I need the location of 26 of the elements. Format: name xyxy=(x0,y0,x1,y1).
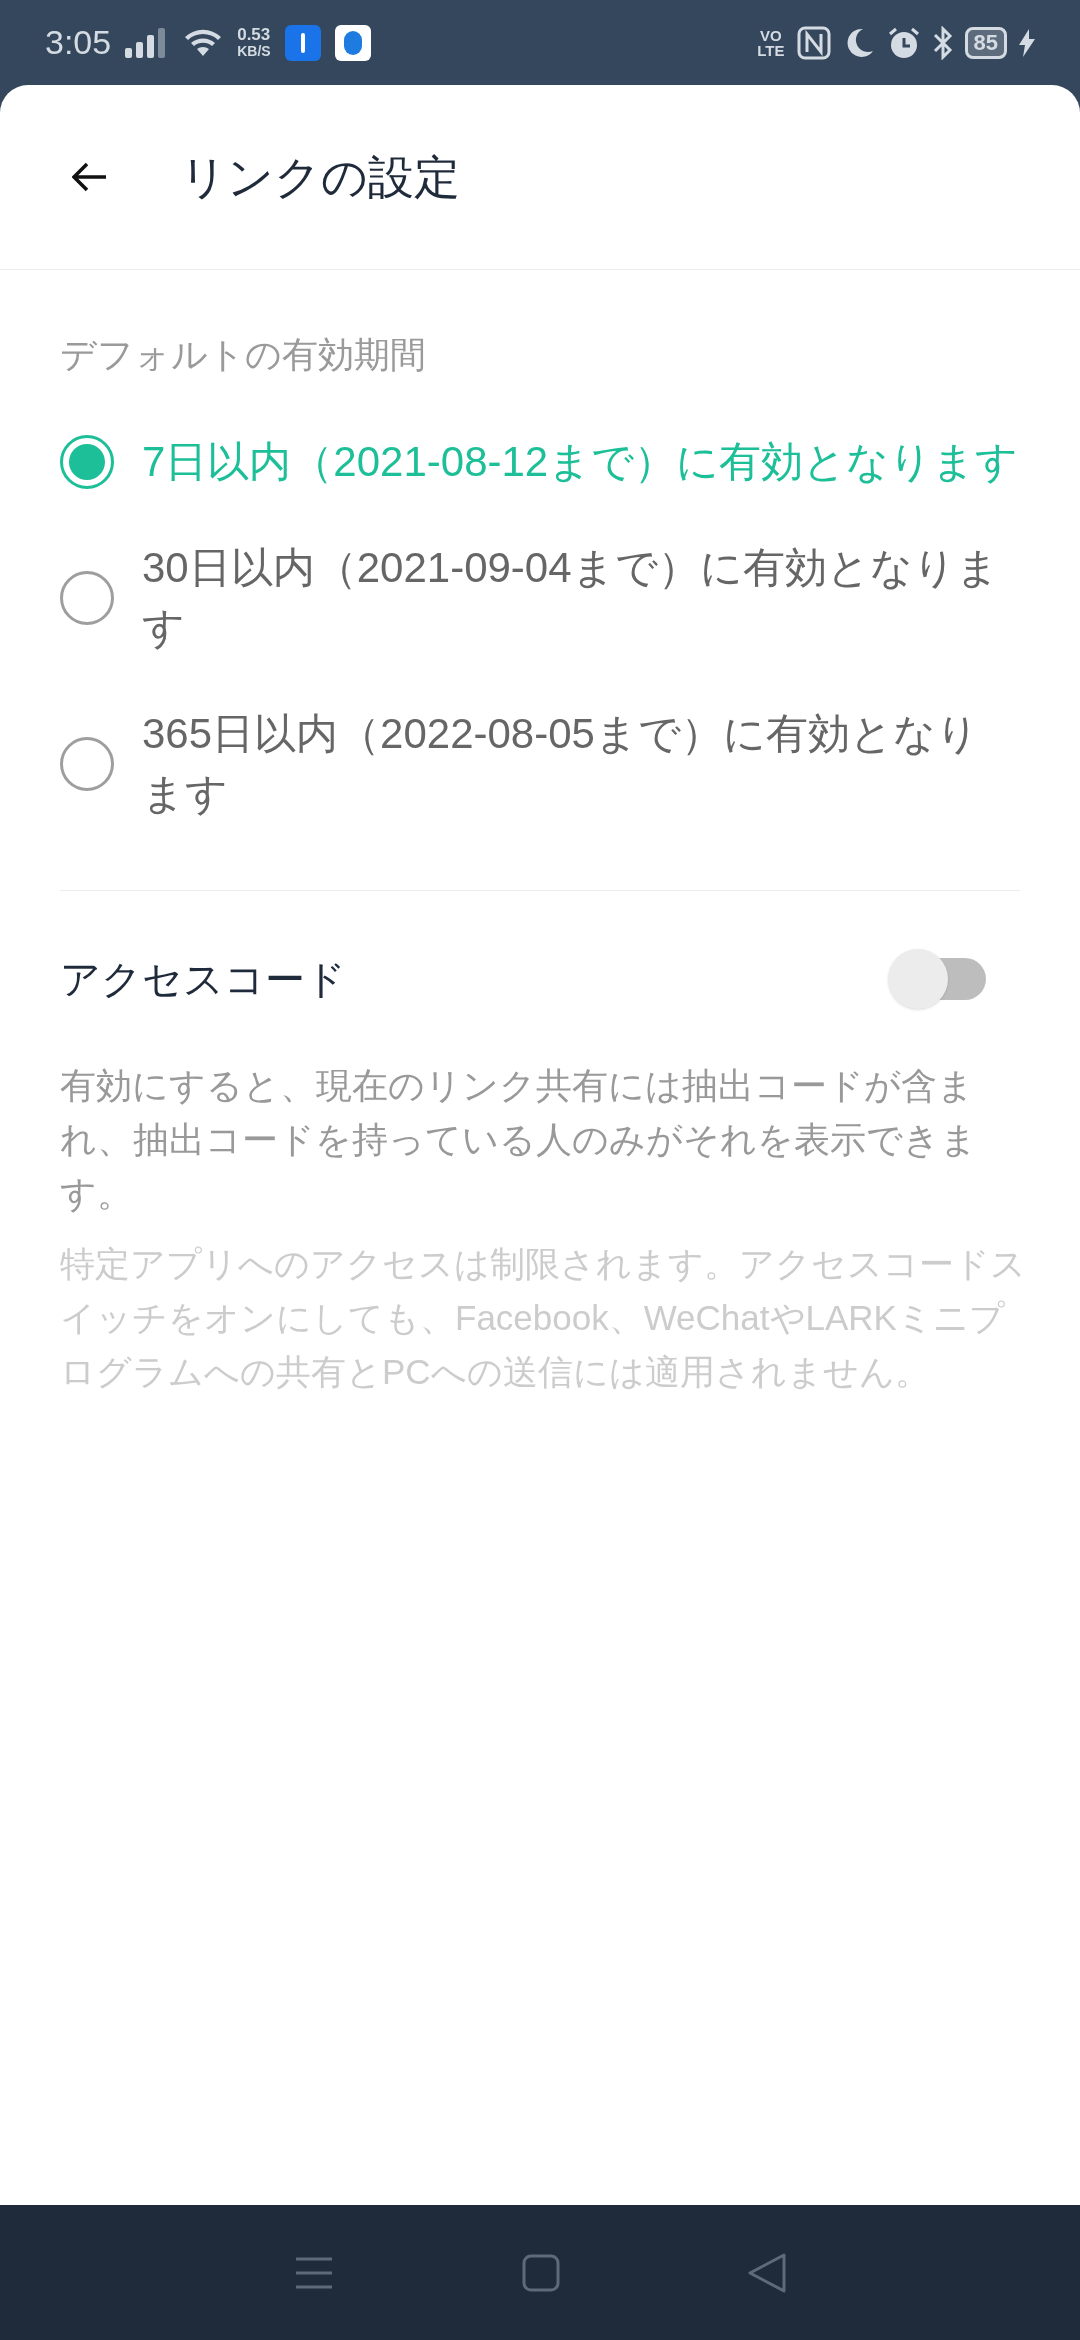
status-time: 3:05 xyxy=(45,22,112,63)
speed-unit: KB/S xyxy=(237,42,271,59)
nfc-icon xyxy=(796,25,831,60)
lte-label: LTE xyxy=(757,42,785,58)
battery-indicator: 85 xyxy=(964,26,1007,59)
option-label: 30日以内（2021-09-04まで）に有効となります xyxy=(142,543,1000,653)
section-label: デフォルトの有効期間 xyxy=(60,333,427,377)
menu-icon[interactable] xyxy=(294,2255,334,2290)
radio-button[interactable] xyxy=(60,435,114,489)
home-icon[interactable] xyxy=(522,2253,560,2292)
bluetooth-icon xyxy=(932,25,953,60)
back-icon[interactable] xyxy=(748,2252,786,2293)
back-arrow-icon xyxy=(72,162,108,192)
validity-option[interactable]: 30日以内（2021-09-04まで）に有効となります xyxy=(60,538,1020,658)
validity-option[interactable]: 365日以内（2022-08-05まで）に有効となります xyxy=(60,704,1020,824)
access-code-description: 有効にすると、現在のリンク共有には抽出コードが含まれ、抽出コードを持っている人のみがそれを表示できます。 xyxy=(60,1064,978,1216)
page-title: リンクの設定 xyxy=(180,149,460,205)
alarm-clock-icon xyxy=(886,25,921,60)
access-code-label: アクセスコード xyxy=(60,956,346,1003)
radio-button[interactable] xyxy=(60,571,114,625)
charging-icon xyxy=(1019,28,1035,57)
radio-button[interactable] xyxy=(60,737,114,791)
option-label: 7日以内（2021-08-12まで）に有効となります xyxy=(142,437,1019,487)
volte-label: VO xyxy=(760,27,782,43)
option-label: 365日以内（2022-08-05まで）に有効となります xyxy=(142,709,980,819)
network-speed: 0.53 xyxy=(237,26,271,43)
